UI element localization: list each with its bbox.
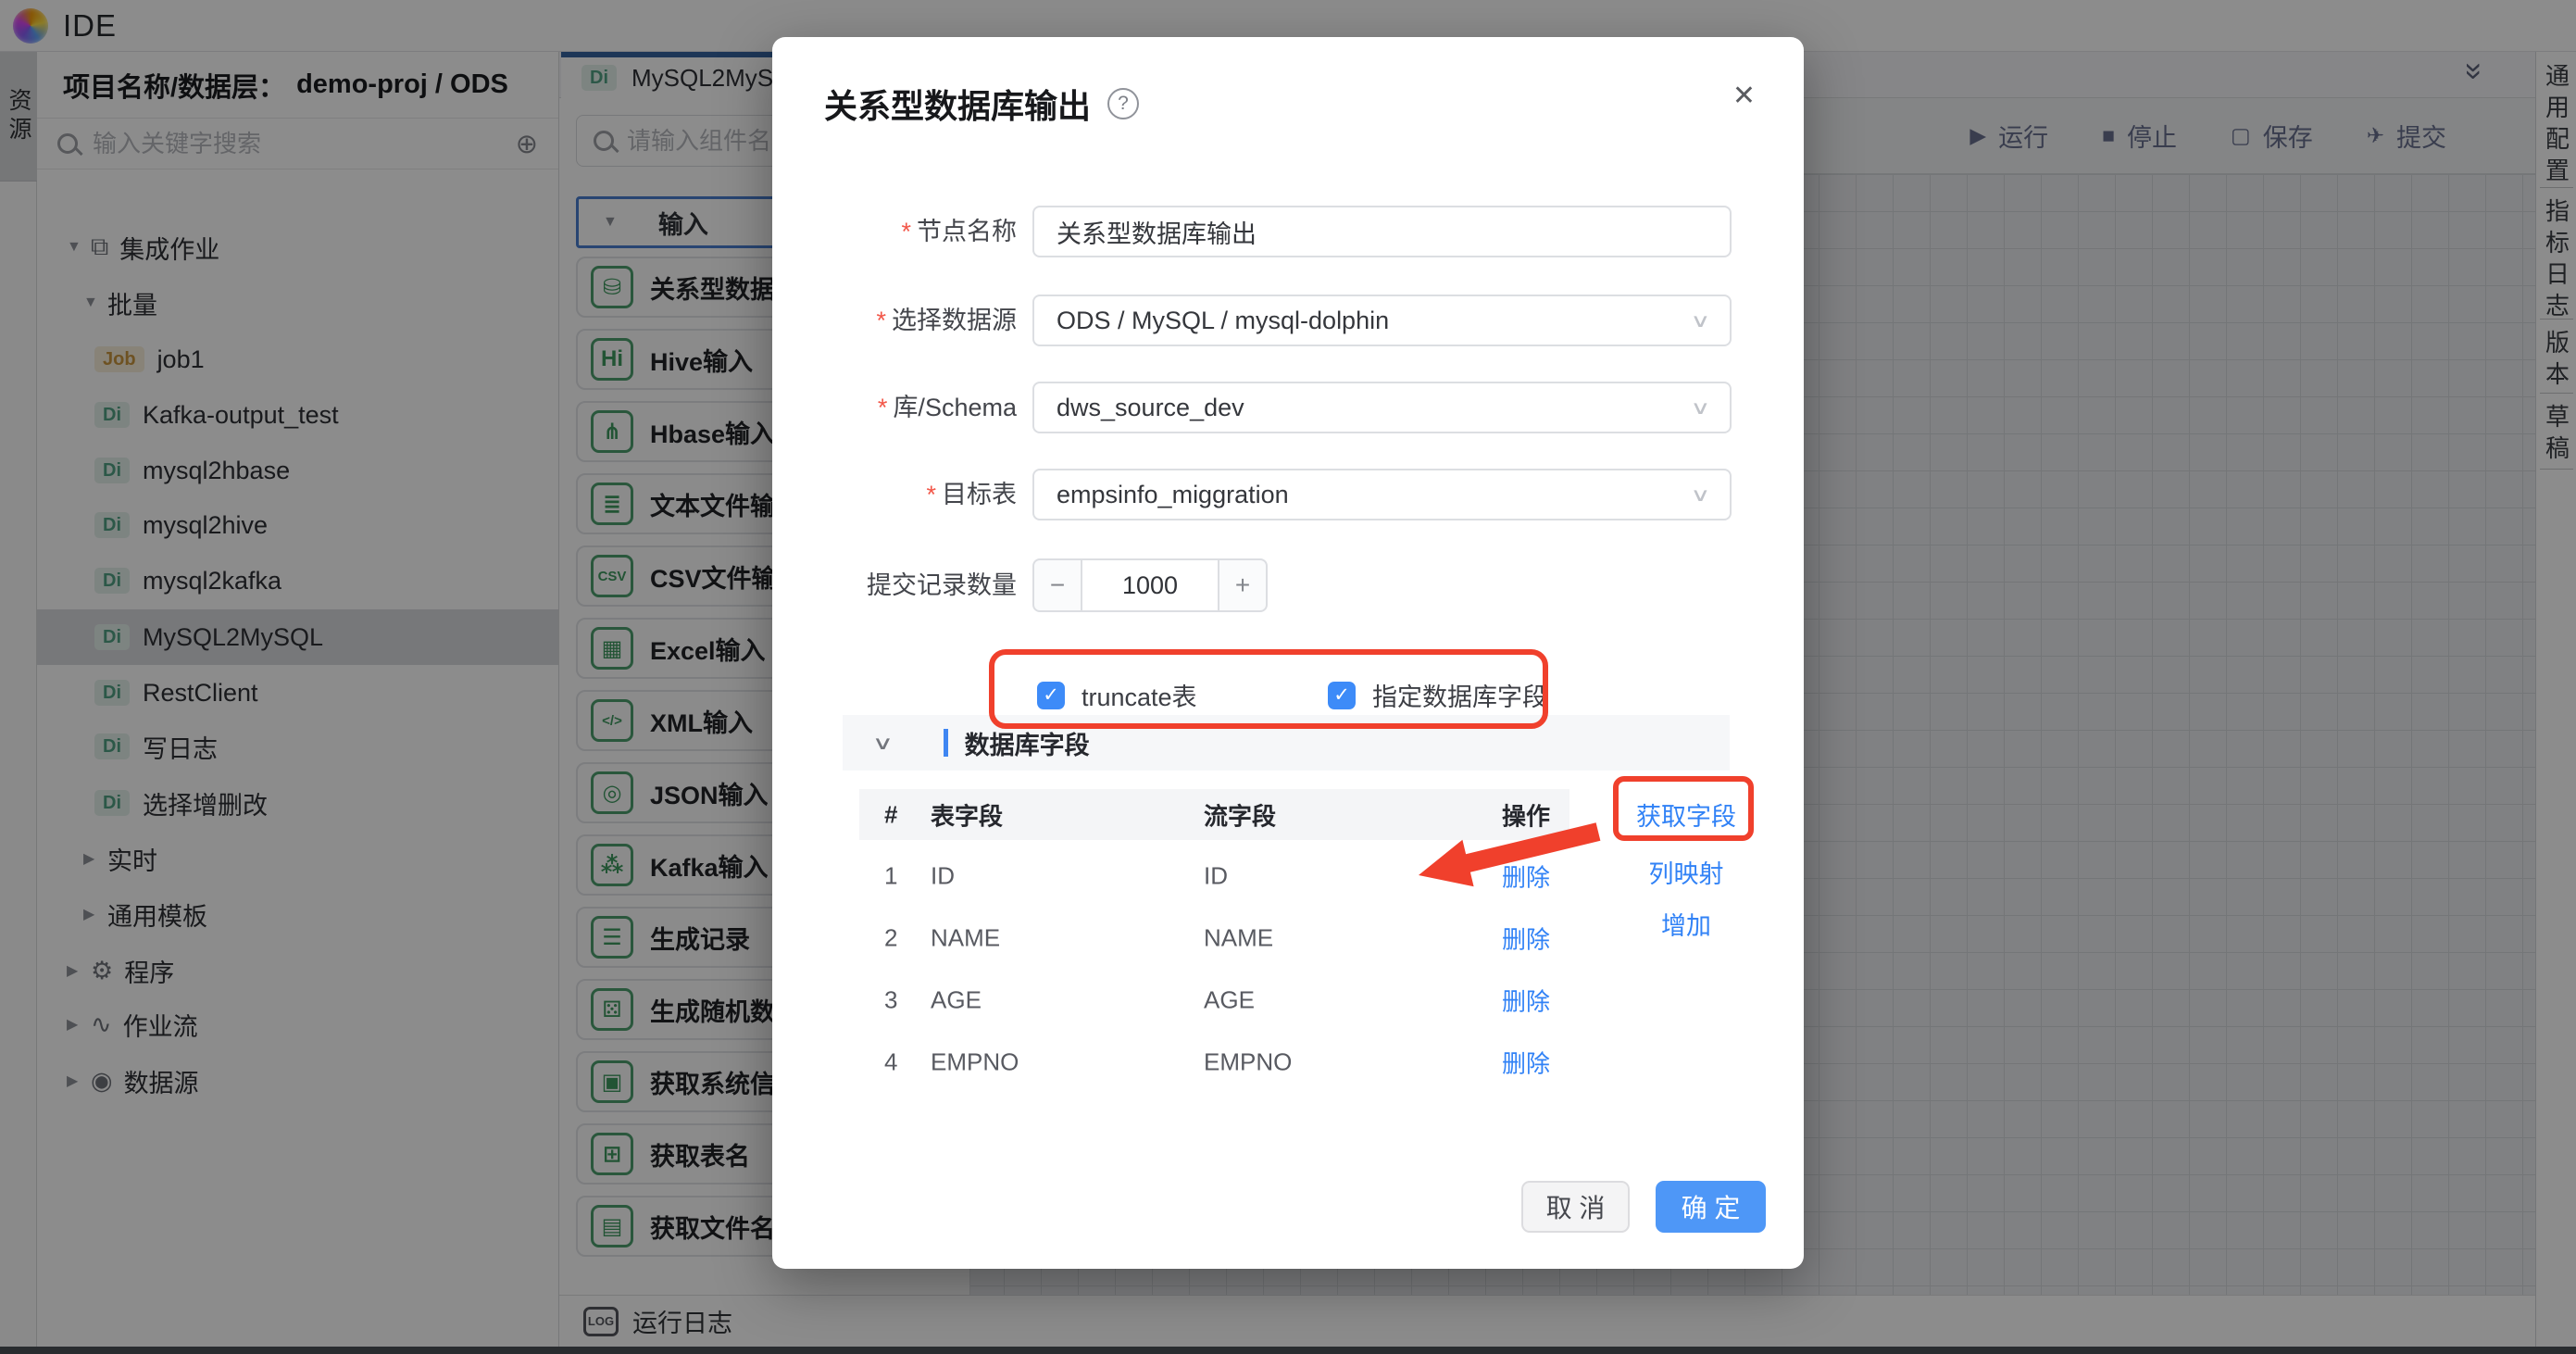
truncate-table-checkbox[interactable]: ✓ truncate表	[1037, 677, 1197, 713]
node-name-label: *节点名称	[772, 206, 1017, 257]
target-table-value: empsinfo_miggration	[1057, 481, 1289, 509]
target-table-label: *目标表	[772, 469, 1017, 520]
row-index: 1	[884, 861, 897, 890]
commit-count-label: 提交记录数量	[772, 559, 1017, 611]
stream-field-value: NAME	[1204, 923, 1273, 952]
chevron-down-icon: ∨	[1691, 483, 1711, 507]
help-icon[interactable]: ?	[1107, 88, 1139, 119]
checkbox-checked-icon[interactable]: ✓	[1328, 682, 1356, 709]
specify-db-fields-label: 指定数据库字段	[1372, 677, 1547, 713]
col-actions: 操作	[1502, 797, 1550, 832]
col-stream-field: 流字段	[1204, 797, 1276, 832]
stream-field-value: AGE	[1204, 985, 1255, 1014]
row-index: 2	[884, 923, 897, 952]
table-row: 1 ID ID 删除	[859, 845, 1569, 907]
db-fields-section-header: ∨ 数据库字段	[843, 715, 1730, 771]
section-title: 数据库字段	[965, 725, 1090, 761]
schema-value: dws_source_dev	[1057, 394, 1244, 422]
datasource-value: ODS / MySQL / mysql-dolphin	[1057, 307, 1389, 335]
datasource-select[interactable]: ODS / MySQL / mysql-dolphin ∨	[1032, 295, 1732, 346]
fields-table-header: # 表字段 流字段 操作	[859, 789, 1569, 840]
checkbox-checked-icon[interactable]: ✓	[1037, 682, 1065, 709]
add-field-link[interactable]: 增加	[1611, 906, 1761, 942]
fetch-fields-link[interactable]: 获取字段	[1611, 796, 1761, 833]
delete-row-link[interactable]: 删除	[1502, 1045, 1550, 1079]
close-icon[interactable]: ✕	[1732, 80, 1756, 112]
stream-field-value: ID	[1204, 861, 1228, 890]
section-accent-bar	[944, 729, 948, 757]
table-field-value: AGE	[931, 985, 982, 1014]
required-mark: *	[901, 218, 911, 245]
chevron-down-icon: ∨	[1691, 396, 1711, 420]
schema-label: *库/Schema	[772, 382, 1017, 433]
table-field-value: NAME	[931, 923, 1000, 952]
delete-row-link[interactable]: 删除	[1502, 859, 1550, 893]
stream-field-value: EMPNO	[1204, 1047, 1292, 1076]
row-index: 3	[884, 985, 897, 1014]
required-mark: *	[876, 307, 886, 334]
commit-count-stepper: − 1000 +	[1032, 558, 1268, 612]
dialog-title: 关系型数据库输出 ?	[824, 80, 1139, 128]
stepper-plus-button[interactable]: +	[1218, 558, 1268, 612]
specify-db-fields-checkbox[interactable]: ✓ 指定数据库字段	[1328, 677, 1547, 713]
collapse-section-icon[interactable]: ∨	[872, 732, 894, 755]
row-index: 4	[884, 1047, 897, 1076]
delete-row-link[interactable]: 删除	[1502, 921, 1550, 955]
relational-db-output-dialog: 关系型数据库输出 ? ✕ *节点名称 *选择数据源 ODS / MySQL / …	[772, 37, 1804, 1269]
ide-app: IDE 资源 项目名称/数据层： demo-proj / ODS ⊕ ▼ ⧉ 集…	[0, 0, 2576, 1354]
stepper-minus-button[interactable]: −	[1032, 558, 1082, 612]
required-mark: *	[926, 481, 936, 508]
cancel-button[interactable]: 取 消	[1521, 1181, 1630, 1233]
table-field-value: EMPNO	[931, 1047, 1019, 1076]
truncate-table-label: truncate表	[1082, 677, 1197, 713]
dialog-title-text: 关系型数据库输出	[824, 80, 1091, 128]
table-row: 2 NAME NAME 删除	[859, 907, 1569, 969]
table-row: 4 EMPNO EMPNO 删除	[859, 1031, 1569, 1093]
required-mark: *	[878, 394, 888, 421]
delete-row-link[interactable]: 删除	[1502, 983, 1550, 1017]
col-index: #	[884, 800, 897, 829]
table-row: 3 AGE AGE 删除	[859, 969, 1569, 1031]
confirm-button[interactable]: 确 定	[1656, 1181, 1766, 1233]
table-field-value: ID	[931, 861, 955, 890]
schema-select[interactable]: dws_source_dev ∨	[1032, 382, 1732, 433]
column-mapping-link[interactable]: 列映射	[1611, 854, 1761, 890]
target-table-select[interactable]: empsinfo_miggration ∨	[1032, 469, 1732, 520]
datasource-label: *选择数据源	[772, 295, 1017, 346]
chevron-down-icon: ∨	[1691, 309, 1711, 332]
commit-count-value[interactable]: 1000	[1082, 558, 1218, 612]
node-name-input[interactable]	[1032, 206, 1732, 257]
col-table-field: 表字段	[931, 797, 1003, 832]
